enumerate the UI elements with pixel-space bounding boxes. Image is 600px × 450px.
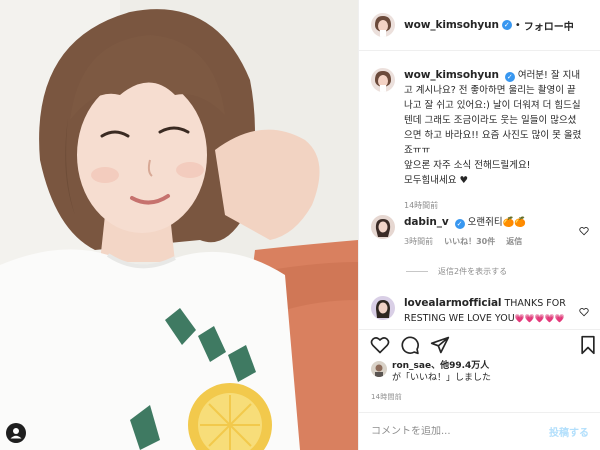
likes-line-2: が「いいね！」しました (392, 373, 492, 383)
orange-emoji: 🍊🍊 (502, 217, 527, 228)
comment-input[interactable] (371, 426, 549, 437)
likes-line-1[interactable]: ron_sae、他99.4万人 (392, 360, 491, 372)
comment-item: dabin_v ✓ 오랜쥐티🍊🍊 3時間前 いいね！30件 返信 (371, 215, 574, 249)
following-button[interactable]: フォロー中 (524, 18, 574, 33)
comment-item: lovealarmofficial THANKS FOR RESTING WE L… (371, 296, 569, 326)
caption-time: 14時間前 (404, 201, 439, 210)
heart-emoji: ♥ (459, 175, 469, 186)
verified-badge-icon: ✓ (454, 219, 465, 229)
share-icon[interactable] (430, 335, 450, 355)
author-avatar[interactable] (371, 13, 395, 37)
reply-button[interactable]: 返信 (506, 234, 522, 249)
comments-section: wow_kimsohyun ✓ 여러분! 잘 지내고 계시나요? 전 좋아하면 울리… (359, 52, 600, 329)
commenter-username[interactable]: dabin_v (404, 216, 449, 228)
comment-time: 3時間前 (404, 237, 434, 246)
replies-line (406, 271, 428, 272)
post-header: wow_kimsohyun ✓ • フォロー中 (359, 0, 600, 51)
comment-text: 오랜쥐티 (467, 217, 503, 228)
post-photo-image (0, 0, 358, 450)
heart-icon[interactable] (370, 335, 390, 355)
caption-line-3: 모두힘내세요 ♥ (404, 175, 469, 186)
commenter-avatar[interactable] (371, 215, 395, 239)
post-time: 14時間前 (371, 393, 402, 401)
comment-icon[interactable] (400, 335, 420, 355)
heart-emojis: 💗💗💗💗💗 (514, 314, 565, 323)
post-side-panel: wow_kimsohyun ✓ • フォロー中 wow_kimsohyun ✓ 여러… (358, 0, 600, 450)
action-bar (359, 329, 600, 361)
comment-likes[interactable]: いいね！30件 (444, 234, 495, 249)
caption-line-2: 앞으론 자주 소식 전해드릴게요! (404, 160, 531, 171)
caption-text: wow_kimsohyun ✓ 여러분! 잘 지내고 계시나요? 전 좋아하면 울리… (404, 69, 582, 156)
likes-summary: ron_sae、他99.4万人 が「いいね！」しました (371, 360, 491, 384)
commenter-username[interactable]: lovealarmofficial (404, 297, 502, 309)
user-tag-icon[interactable] (6, 423, 26, 443)
post-comment-button[interactable]: 投稿する (549, 424, 589, 439)
view-replies-button[interactable]: 返信2件を表示する (406, 266, 507, 277)
caption-item: wow_kimsohyun ✓ 여러분! 잘 지내고 계시나요? 전 좋아하면 울리… (371, 68, 584, 213)
heart-icon[interactable] (579, 307, 589, 317)
liker-avatar[interactable] (371, 361, 387, 377)
author-username[interactable]: wow_kimsohyun (404, 19, 499, 31)
verified-badge-icon: ✓ (501, 20, 512, 30)
commenter-avatar[interactable] (371, 296, 395, 320)
bookmark-icon[interactable] (578, 335, 598, 355)
add-comment-bar: 投稿する (359, 412, 600, 450)
caption-username[interactable]: wow_kimsohyun (404, 69, 499, 81)
heart-icon[interactable] (579, 226, 589, 236)
caption-avatar[interactable] (371, 68, 395, 92)
post-photo[interactable] (0, 0, 358, 450)
separator-dot: • (514, 19, 521, 31)
verified-badge-icon: ✓ (504, 72, 515, 82)
